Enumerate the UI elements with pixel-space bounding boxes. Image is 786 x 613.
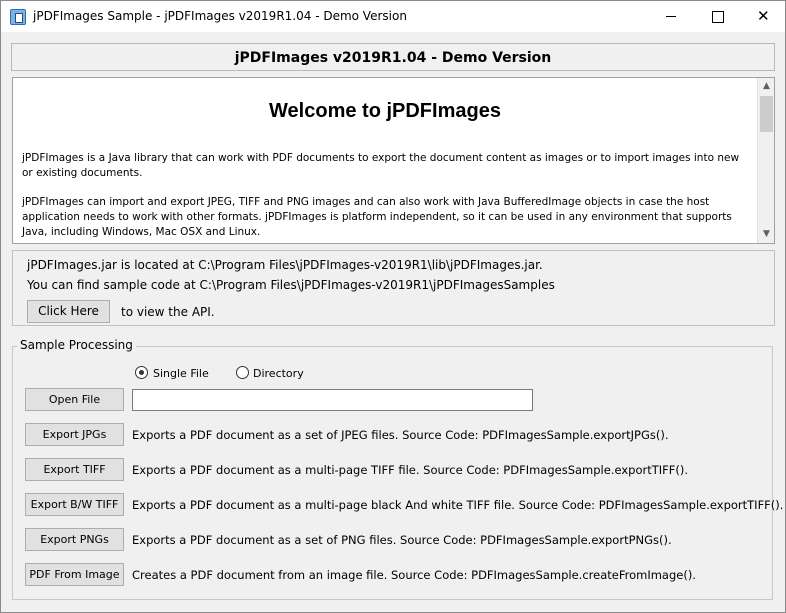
maximize-button[interactable] — [694, 1, 740, 32]
export-tiff-button[interactable]: Export TIFF — [25, 458, 124, 481]
pdf-from-image-description: Creates a PDF document from an image fil… — [132, 568, 696, 582]
welcome-paragraph-2: jPDFImages can import and export JPEG, T… — [22, 196, 732, 238]
vertical-scrollbar[interactable]: ▲ ▼ — [757, 78, 774, 243]
welcome-heading: Welcome to jPDFImages — [269, 100, 501, 122]
welcome-paragraph-1: jPDFImages is a Java library that can wo… — [22, 152, 740, 179]
version-banner: jPDFImages v2019R1.04 - Demo Version — [11, 43, 775, 71]
export-tiff-description: Exports a PDF document as a multi-page T… — [132, 463, 689, 477]
view-api-text: to view the API. — [121, 305, 215, 319]
scroll-down-arrow-icon[interactable]: ▼ — [758, 226, 774, 243]
export-bw-tiff-description: Exports a PDF document as a multi-page b… — [132, 498, 784, 512]
export-pngs-button[interactable]: Export PNGs — [25, 528, 124, 551]
directory-label[interactable]: Directory — [253, 367, 304, 380]
export-pngs-description: Exports a PDF document as a set of PNG f… — [132, 533, 672, 547]
minimize-button[interactable] — [648, 1, 694, 32]
window-title: jPDFImages Sample - jPDFImages v2019R1.0… — [33, 9, 407, 23]
scroll-thumb[interactable] — [760, 96, 773, 132]
close-button[interactable]: ✕ — [740, 1, 786, 32]
single-file-label[interactable]: Single File — [153, 367, 209, 380]
scroll-up-arrow-icon[interactable]: ▲ — [758, 78, 774, 95]
pdf-from-image-button[interactable]: PDF From Image — [25, 563, 124, 586]
jar-location-text: jPDFImages.jar is located at C:\Program … — [27, 258, 543, 272]
single-file-radio[interactable] — [135, 366, 148, 379]
click-here-button[interactable]: Click Here — [27, 300, 110, 323]
info-panel: jPDFImages.jar is located at C:\Program … — [12, 250, 775, 326]
sample-processing-title: Sample Processing — [17, 338, 136, 352]
open-file-button[interactable]: Open File — [25, 388, 124, 411]
directory-radio[interactable] — [236, 366, 249, 379]
title-bar: jPDFImages Sample - jPDFImages v2019R1.0… — [1, 1, 785, 32]
export-jpgs-button[interactable]: Export JPGs — [25, 423, 124, 446]
export-jpgs-description: Exports a PDF document as a set of JPEG … — [132, 428, 669, 442]
version-banner-title: jPDFImages v2019R1.04 - Demo Version — [234, 50, 552, 66]
app-window: jPDFImages Sample - jPDFImages v2019R1.0… — [0, 0, 786, 613]
sample-location-text: You can find sample code at C:\Program F… — [27, 278, 555, 292]
export-bw-tiff-button[interactable]: Export B/W TIFF — [25, 493, 124, 516]
app-icon[interactable] — [10, 9, 26, 25]
welcome-pane: Welcome to jPDFImages jPDFImages is a Ja… — [12, 77, 775, 244]
close-icon: ✕ — [757, 7, 770, 25]
file-path-input[interactable] — [132, 389, 533, 411]
